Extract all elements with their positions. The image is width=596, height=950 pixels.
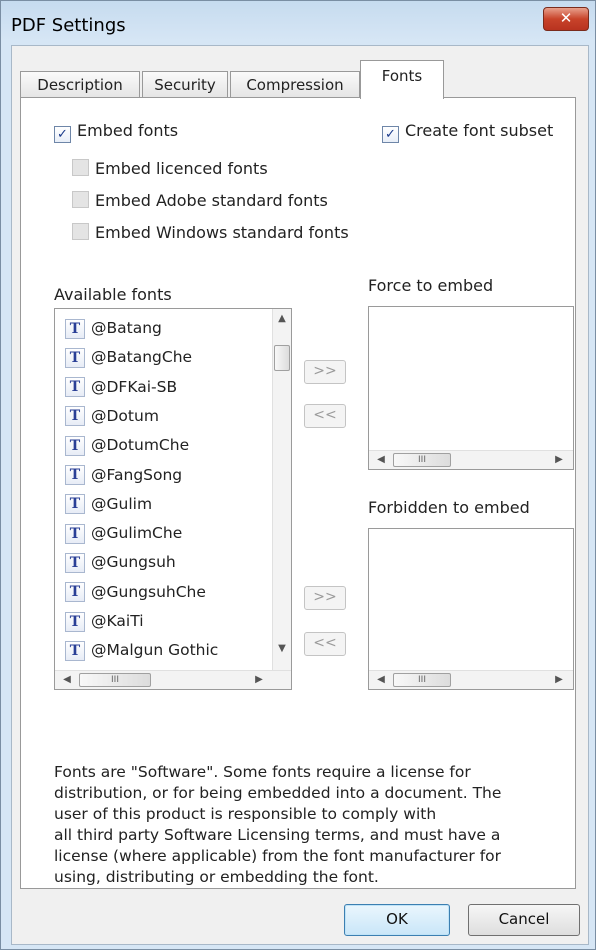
title-bar[interactable]: PDF Settings ✕: [1, 1, 595, 45]
remove-from-force-button[interactable]: <<: [304, 404, 346, 428]
available-fonts-list[interactable]: T @Batang T @BatangChe T @DFKai-SB T @Dotum T @Do…: [54, 308, 292, 690]
font-name: @DFKai-SB: [91, 377, 178, 396]
embed-fonts-option[interactable]: ✓ Embed fonts: [54, 120, 179, 143]
cancel-button[interactable]: Cancel: [468, 904, 580, 936]
scroll-right-arrow-icon[interactable]: ▶: [551, 454, 567, 465]
truetype-font-icon: T: [65, 465, 85, 485]
font-name: @BatangChe: [91, 348, 193, 367]
font-name: @Batang: [91, 319, 162, 337]
font-list-item[interactable]: T @BatangChe: [65, 346, 192, 368]
truetype-font-icon: T: [65, 494, 85, 515]
horizontal-scroll-thumb[interactable]: III: [393, 673, 451, 687]
font-list-item[interactable]: T @Gungsuh: [65, 551, 176, 573]
font-license-note: Fonts are "Software". Some fonts require…: [54, 762, 564, 888]
font-name: @Dotum: [91, 406, 159, 425]
font-name: @Gulim: [91, 494, 153, 513]
font-name: @DotumChe: [91, 436, 190, 455]
create-font-subset-option[interactable]: ✓ Create font subset: [382, 120, 554, 143]
scroll-right-arrow-icon[interactable]: ▶: [251, 674, 267, 685]
tab-security[interactable]: Security: [142, 71, 228, 98]
embed-licenced-fonts-label: Embed licenced fonts: [95, 159, 268, 178]
truetype-font-icon: T: [65, 611, 85, 632]
truetype-font-icon: T: [65, 347, 85, 368]
embed-fonts-label: Embed fonts: [77, 121, 179, 140]
force-to-embed-label: Force to embed: [368, 276, 494, 295]
embed-fonts-checkbox[interactable]: ✓: [54, 126, 71, 143]
scroll-down-arrow-icon[interactable]: ▼: [274, 643, 290, 654]
scroll-left-arrow-icon[interactable]: ◀: [373, 454, 389, 465]
embed-windows-standard-fonts-label: Embed Windows standard fonts: [95, 223, 349, 242]
create-font-subset-checkbox[interactable]: ✓: [382, 126, 399, 143]
truetype-font-icon: T: [65, 582, 85, 603]
font-list-item[interactable]: T @DotumChe: [65, 434, 189, 456]
embed-adobe-standard-fonts-label: Embed Adobe standard fonts: [95, 191, 328, 210]
force-list-horizontal-scrollbar[interactable]: ◀ III ▶: [369, 450, 573, 469]
available-fonts-vertical-scrollbar[interactable]: ▲ ▼: [272, 309, 291, 671]
embed-windows-standard-fonts-option[interactable]: Embed Windows standard fonts: [72, 222, 349, 244]
embed-adobe-standard-fonts-checkbox[interactable]: [72, 191, 89, 208]
add-to-force-button[interactable]: >>: [304, 360, 346, 384]
font-list-item[interactable]: T @Malgun Gothic: [65, 639, 218, 661]
font-name: @KaiTi: [91, 612, 144, 630]
note-line: using, distributing or embedding the fon…: [54, 868, 379, 886]
horizontal-scroll-thumb[interactable]: III: [393, 453, 451, 467]
tab-description[interactable]: Description: [20, 71, 140, 98]
forbidden-to-embed-list[interactable]: ◀ III ▶: [368, 528, 574, 690]
scroll-left-arrow-icon[interactable]: ◀: [59, 674, 75, 685]
create-font-subset-label: Create font subset: [405, 121, 554, 140]
add-to-forbidden-button[interactable]: >>: [304, 586, 346, 610]
horizontal-scroll-thumb[interactable]: III: [79, 673, 151, 687]
remove-from-forbidden-button[interactable]: <<: [304, 632, 346, 656]
embed-licenced-fonts-checkbox[interactable]: [72, 159, 89, 176]
note-line: all third party Software Licensing terms…: [54, 826, 501, 844]
forbidden-list-horizontal-scrollbar[interactable]: ◀ III ▶: [369, 670, 573, 689]
note-line: license (where applicable) from the font…: [54, 847, 502, 865]
font-name: @GulimChe: [91, 524, 183, 543]
available-fonts-horizontal-scrollbar[interactable]: ◀ III ▶: [55, 670, 291, 689]
font-name: @Gungsuh: [91, 553, 176, 572]
embed-licenced-fonts-option[interactable]: Embed licenced fonts: [72, 158, 268, 180]
font-list-item[interactable]: T @Gulim: [65, 493, 152, 515]
embed-adobe-standard-fonts-option[interactable]: Embed Adobe standard fonts: [72, 190, 328, 212]
font-name: @Malgun Gothic: [91, 641, 219, 660]
note-line: distribution, or for being embedded into…: [54, 784, 502, 802]
truetype-font-icon: T: [65, 552, 85, 573]
embed-windows-standard-fonts-checkbox[interactable]: [72, 223, 89, 240]
truetype-font-icon: T: [65, 435, 85, 456]
truetype-font-icon: T: [65, 640, 85, 661]
font-name: @FangSong: [91, 465, 183, 484]
scroll-right-arrow-icon[interactable]: ▶: [551, 674, 567, 685]
font-list-item[interactable]: T @GungsuhChe: [65, 581, 206, 603]
font-list-item[interactable]: T @Batang: [65, 317, 162, 339]
truetype-font-icon: T: [65, 406, 85, 427]
font-list-item[interactable]: T @KaiTi: [65, 610, 144, 632]
close-button[interactable]: ✕: [543, 7, 589, 31]
truetype-font-icon: T: [65, 377, 85, 398]
available-fonts-label: Available fonts: [54, 285, 172, 304]
vertical-scroll-thumb[interactable]: [274, 345, 290, 371]
tab-compression[interactable]: Compression: [230, 71, 360, 98]
note-line: Fonts are "Software". Some fonts require…: [54, 763, 471, 781]
font-list-item[interactable]: T @Dotum: [65, 405, 159, 427]
ok-button[interactable]: OK: [344, 904, 450, 936]
force-to-embed-list[interactable]: ◀ III ▶: [368, 306, 574, 470]
scroll-left-arrow-icon[interactable]: ◀: [373, 674, 389, 685]
font-list-item[interactable]: T @FangSong: [65, 464, 182, 486]
font-list-item[interactable]: T @GulimChe: [65, 522, 182, 544]
truetype-font-icon: T: [65, 523, 85, 544]
note-line: user of this product is responsible to c…: [54, 805, 437, 823]
dialog-title: PDF Settings: [11, 15, 126, 36]
forbidden-to-embed-label: Forbidden to embed: [368, 498, 530, 517]
font-list-item[interactable]: T @DFKai-SB: [65, 376, 177, 398]
truetype-font-icon: T: [65, 318, 85, 339]
font-name: @GungsuhChe: [91, 582, 206, 601]
tab-fonts[interactable]: Fonts: [360, 60, 444, 99]
scroll-up-arrow-icon[interactable]: ▲: [274, 313, 290, 324]
